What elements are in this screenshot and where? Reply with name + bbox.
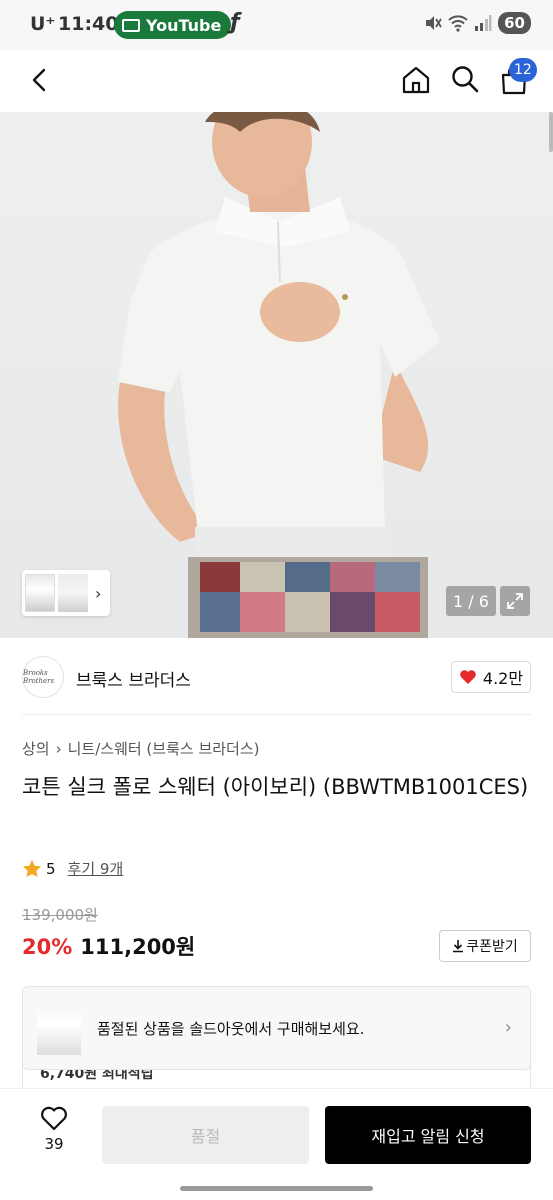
chevron-right-icon[interactable]: › [95, 584, 101, 603]
original-price: 139,000원 [22, 906, 98, 924]
wishlist-button[interactable]: 39 [30, 1105, 78, 1165]
chevron-right-icon: › [55, 739, 62, 758]
youtube-pill[interactable]: YouTube [114, 11, 232, 39]
star-icon [23, 859, 41, 877]
coupon-label: 쿠폰받기 [466, 939, 518, 955]
chevron-right-icon: › [504, 1017, 512, 1038]
download-icon [453, 940, 464, 953]
youtube-pill-label: YouTube [146, 15, 222, 35]
back-icon[interactable] [26, 66, 54, 94]
mute-icon [426, 16, 442, 30]
brand-like-count: 4.2만 [482, 669, 524, 688]
coupon-button[interactable]: 쿠폰받기 [439, 930, 531, 962]
home-icon[interactable] [400, 64, 432, 96]
breadcrumb-item-knit[interactable]: 니트/스웨터 (브룩스 브라더스) [68, 738, 260, 759]
signal-icon [475, 15, 492, 31]
soldout-banner[interactable]: 품절된 상품을 솔드아웃에서 구매해보세요. › [22, 986, 531, 1070]
app-f-icon: ƒ [230, 10, 240, 35]
thumbnail-strip[interactable]: › [22, 570, 110, 616]
product-title: 코튼 실크 폴로 스웨터 (아이보리) (BBWTMB1001CES) [22, 775, 529, 799]
thumbnail-2[interactable] [58, 574, 88, 612]
brand-like-button[interactable]: 4.2만 [451, 661, 531, 693]
heart-outline-icon [41, 1106, 67, 1131]
review-link[interactable]: 후기 9개 [68, 858, 124, 879]
divider [22, 714, 531, 715]
thumbnail-1[interactable] [25, 574, 55, 612]
status-bar: U⁺ 11:40 YouTube ƒ 60 [0, 0, 553, 50]
top-nav [0, 50, 553, 112]
product-image[interactable]: › 1 / 6 [0, 112, 553, 638]
image-counter: 1 / 6 [446, 586, 496, 616]
brand-logo[interactable]: Brooks Brothers [22, 656, 64, 698]
brand-logo-text: Brooks Brothers [23, 669, 55, 685]
expand-icon [507, 593, 523, 609]
price-row: 20% 111,200원 [22, 931, 195, 961]
bottom-action-bar: 39 품절 재입고 알림 신청 [0, 1088, 553, 1200]
sale-price: 111,200원 [80, 935, 196, 959]
clock: 11:40 [58, 13, 119, 35]
soldout-button: 품절 [102, 1106, 309, 1164]
battery-indicator: 60 [498, 12, 531, 34]
breadcrumb-item-top[interactable]: 상의 [22, 738, 50, 759]
discount-rate: 20% [22, 935, 73, 959]
rating-score: 5 [46, 859, 56, 878]
heart-filled-icon [460, 670, 476, 684]
carrier-label: U⁺ [30, 13, 56, 35]
model-photo [118, 112, 440, 638]
brand-row[interactable]: Brooks Brothers 브룩스 브라더스 4.2만 [0, 638, 553, 716]
status-icons: 60 [424, 12, 531, 34]
banner-thumbnail [37, 1001, 81, 1055]
home-indicator[interactable] [180, 1186, 373, 1191]
expand-button[interactable] [500, 586, 530, 616]
scrollbar[interactable] [549, 112, 553, 152]
tv-icon [122, 18, 140, 32]
breadcrumb: 상의 › 니트/스웨터 (브룩스 브라더스) [22, 738, 260, 759]
banner-text: 품절된 상품을 솔드아웃에서 구매해보세요. [97, 1020, 365, 1038]
brand-name[interactable]: 브룩스 브라더스 [76, 666, 191, 691]
cart-count-badge: 12 [509, 58, 537, 82]
wifi-icon [448, 15, 468, 32]
search-icon[interactable] [450, 64, 480, 94]
restock-alert-button[interactable]: 재입고 알림 신청 [325, 1106, 531, 1164]
wishlist-count: 39 [44, 1135, 64, 1153]
rating-row: 5 후기 9개 [22, 858, 123, 879]
